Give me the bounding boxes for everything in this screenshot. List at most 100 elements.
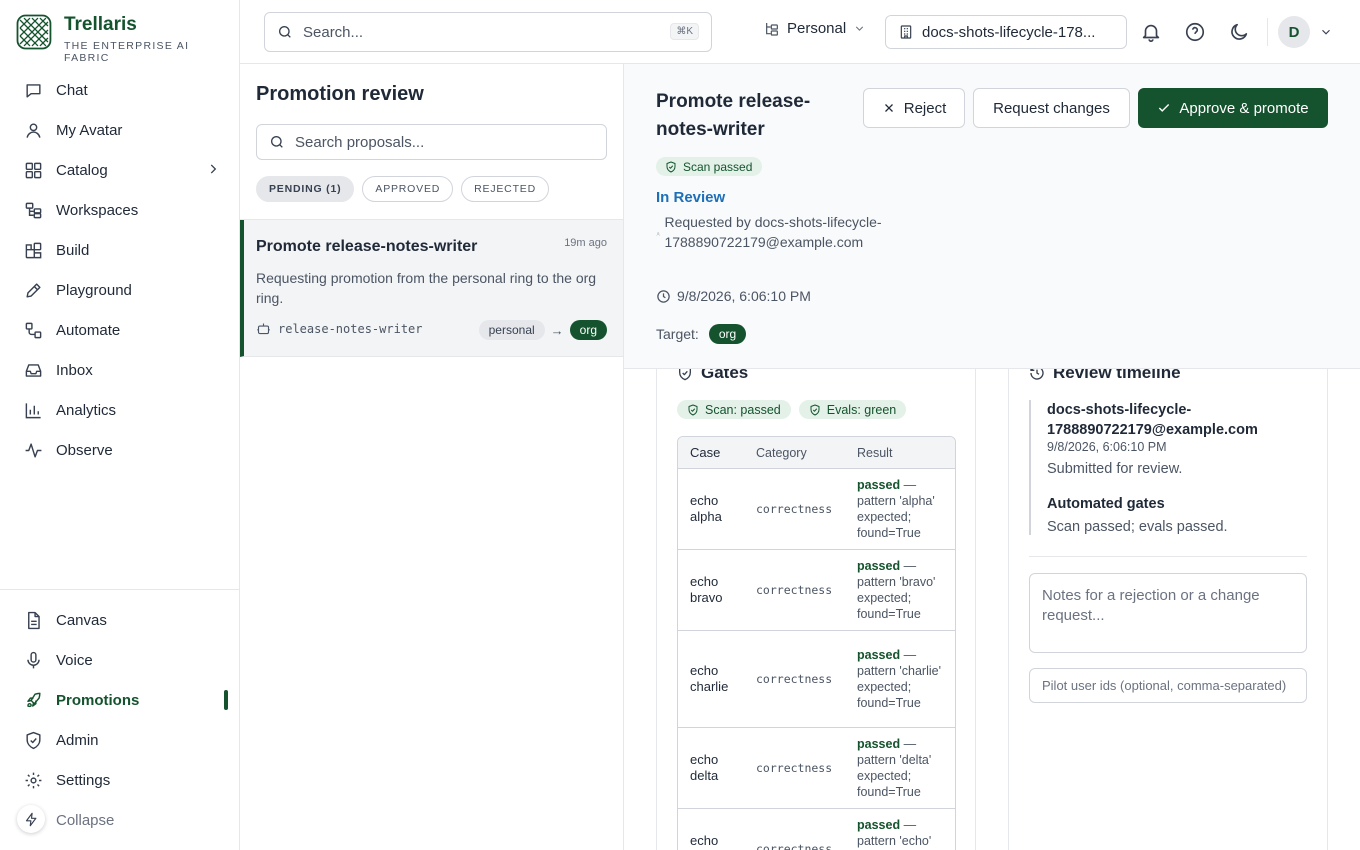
- review-state[interactable]: In Review: [656, 189, 725, 206]
- nav-workspaces[interactable]: Workspaces: [0, 190, 240, 230]
- global-search-input[interactable]: Search... ⌘K: [264, 12, 712, 52]
- inbox-icon: [25, 363, 42, 377]
- table-row: echo charlie correctness passed — patter…: [678, 631, 955, 728]
- nav-label: Promotions: [56, 691, 140, 709]
- category-cell: correctness: [756, 761, 833, 775]
- category-cell: correctness: [756, 842, 833, 850]
- filter-rejected[interactable]: REJECTED: [461, 176, 549, 202]
- target-ring: Target: org: [656, 324, 747, 344]
- chat-icon: [26, 83, 41, 98]
- nav-label: Collapse: [56, 811, 115, 829]
- table-row: echo alpha correctness passed — pattern …: [678, 469, 955, 550]
- gates-heading: Gates: [677, 369, 748, 383]
- approve-promote-button[interactable]: Approve & promote: [1138, 88, 1328, 128]
- nav-canvas[interactable]: Canvas: [0, 600, 240, 640]
- check-icon: [1159, 104, 1170, 112]
- table-row: echo echo correctness passed — pattern '…: [678, 809, 955, 850]
- timestamp-text: 9/8/2026, 6:06:10 PM: [677, 288, 811, 304]
- detail-title: Promote release-notes-writer: [656, 91, 811, 140]
- timeline-note: Submitted for review.: [1047, 461, 1183, 477]
- scan-status-text: Scan passed: [683, 159, 753, 174]
- nav-label: Voice: [56, 651, 93, 669]
- asset-name: release-notes-writer: [278, 321, 423, 336]
- review-timeline-panel: Review timeline docs-shots-lifecycle-178…: [1008, 369, 1328, 850]
- result-status: passed: [857, 818, 901, 832]
- nav-observe[interactable]: Observe: [0, 430, 240, 470]
- moon-icon[interactable]: [1228, 21, 1250, 43]
- bell-icon[interactable]: [1140, 21, 1162, 43]
- nav-inbox[interactable]: Inbox: [0, 350, 240, 390]
- proposal-detail-header: Promote release-notes-writer Scan passed…: [624, 64, 1360, 369]
- workspace-name: Personal: [787, 20, 847, 37]
- nav-voice[interactable]: Voice: [0, 640, 240, 680]
- project-selector[interactable]: docs-shots-lifecycle-178...: [885, 15, 1127, 49]
- pencil-icon: [26, 282, 41, 298]
- timeline-title: Review timeline: [1053, 369, 1181, 382]
- case-cell: echo alpha: [690, 493, 722, 524]
- approve-label: Approve & promote: [1179, 99, 1309, 117]
- page-title: Promotion review: [256, 83, 424, 105]
- nav-analytics[interactable]: Analytics: [0, 390, 240, 430]
- proposal-time: 19m ago: [564, 237, 607, 249]
- column-header-category: Category: [756, 445, 807, 460]
- proposal-description: Requesting promotion from the personal r…: [256, 270, 597, 306]
- search-placeholder: Search proposals...: [295, 133, 425, 151]
- nav-admin[interactable]: Admin: [0, 720, 240, 760]
- review-notes-textarea[interactable]: Notes for a rejection or a change reques…: [1029, 573, 1307, 653]
- nav-label: Analytics: [56, 401, 117, 419]
- workspace-tree-icon: [766, 22, 778, 36]
- nav-settings[interactable]: Settings: [0, 760, 240, 800]
- nav-my-avatar[interactable]: My Avatar: [0, 110, 240, 150]
- primary-nav: Chat My Avatar Catalog Workspaces Build …: [0, 70, 240, 470]
- nav-catalog[interactable]: Catalog: [0, 150, 240, 190]
- brand-name: Trellaris: [63, 14, 137, 35]
- brand[interactable]: Trellaris THE ENTERPRISE AI FABRIC: [16, 14, 239, 64]
- filter-pending[interactable]: PENDING (1): [256, 176, 355, 202]
- shortcut-hint: ⌘K: [670, 23, 699, 40]
- result-status: passed: [857, 478, 901, 492]
- reject-label: Reject: [903, 99, 947, 117]
- category-cell: correctness: [756, 502, 833, 516]
- nav-promotions[interactable]: Promotions: [0, 680, 240, 720]
- gates-title: Gates: [701, 369, 749, 382]
- proposal-asset: release-notes-writer: [256, 321, 423, 336]
- category-cell: correctness: [756, 583, 833, 597]
- timeline-event-title: Automated gates: [1047, 496, 1165, 512]
- shield-check-icon: [688, 404, 698, 415]
- search-icon: [279, 26, 291, 38]
- sidebar: Trellaris THE ENTERPRISE AI FABRIC Chat …: [0, 0, 240, 850]
- result-status: passed: [857, 648, 901, 662]
- reject-button[interactable]: Reject: [863, 88, 965, 128]
- bar-chart-icon: [25, 402, 41, 418]
- request-changes-button[interactable]: Request changes: [973, 88, 1130, 128]
- trellaris-logo-icon: [16, 14, 52, 50]
- nav-label: Automate: [56, 321, 121, 339]
- nav-label: Chat: [56, 81, 88, 99]
- filter-approved[interactable]: APPROVED: [362, 176, 454, 202]
- shield-icon: [26, 731, 41, 749]
- case-cell: echo delta: [690, 752, 719, 783]
- help-icon[interactable]: [1184, 21, 1206, 43]
- requested-by-text: Requested by docs-shots-lifecycle-178889…: [664, 214, 882, 250]
- quick-action-button[interactable]: [17, 805, 45, 833]
- nav-playground[interactable]: Playground: [0, 270, 240, 310]
- chevron-down-icon[interactable]: [1319, 25, 1333, 39]
- top-bar: Search... ⌘K Personal docs-shots-lifecyc…: [240, 0, 1360, 64]
- grid-icon: [25, 162, 42, 178]
- bot-icon: [257, 323, 270, 335]
- table-row: echo delta correctness passed — pattern …: [678, 728, 955, 809]
- pilot-user-ids-input[interactable]: Pilot user ids (optional, comma-separate…: [1029, 668, 1307, 703]
- nav-build[interactable]: Build: [0, 230, 240, 270]
- gates-panel: Gates Scan: passed Evals: green Case Cat…: [656, 369, 976, 850]
- proposal-search-input[interactable]: Search proposals...: [256, 124, 607, 160]
- workspace-switcher[interactable]: Personal: [764, 20, 866, 37]
- status-filters: PENDING (1) APPROVED REJECTED: [256, 176, 549, 202]
- case-cell: echo bravo: [690, 574, 723, 605]
- nav-chat[interactable]: Chat: [0, 70, 240, 110]
- proposal-card[interactable]: Promote release-notes-writer 19m ago Req…: [240, 220, 623, 357]
- chevron-right-icon[interactable]: [206, 162, 220, 176]
- nav-automate[interactable]: Automate: [0, 310, 240, 350]
- automate-icon: [25, 322, 42, 338]
- activity-icon: [25, 442, 42, 458]
- avatar[interactable]: D: [1278, 16, 1310, 48]
